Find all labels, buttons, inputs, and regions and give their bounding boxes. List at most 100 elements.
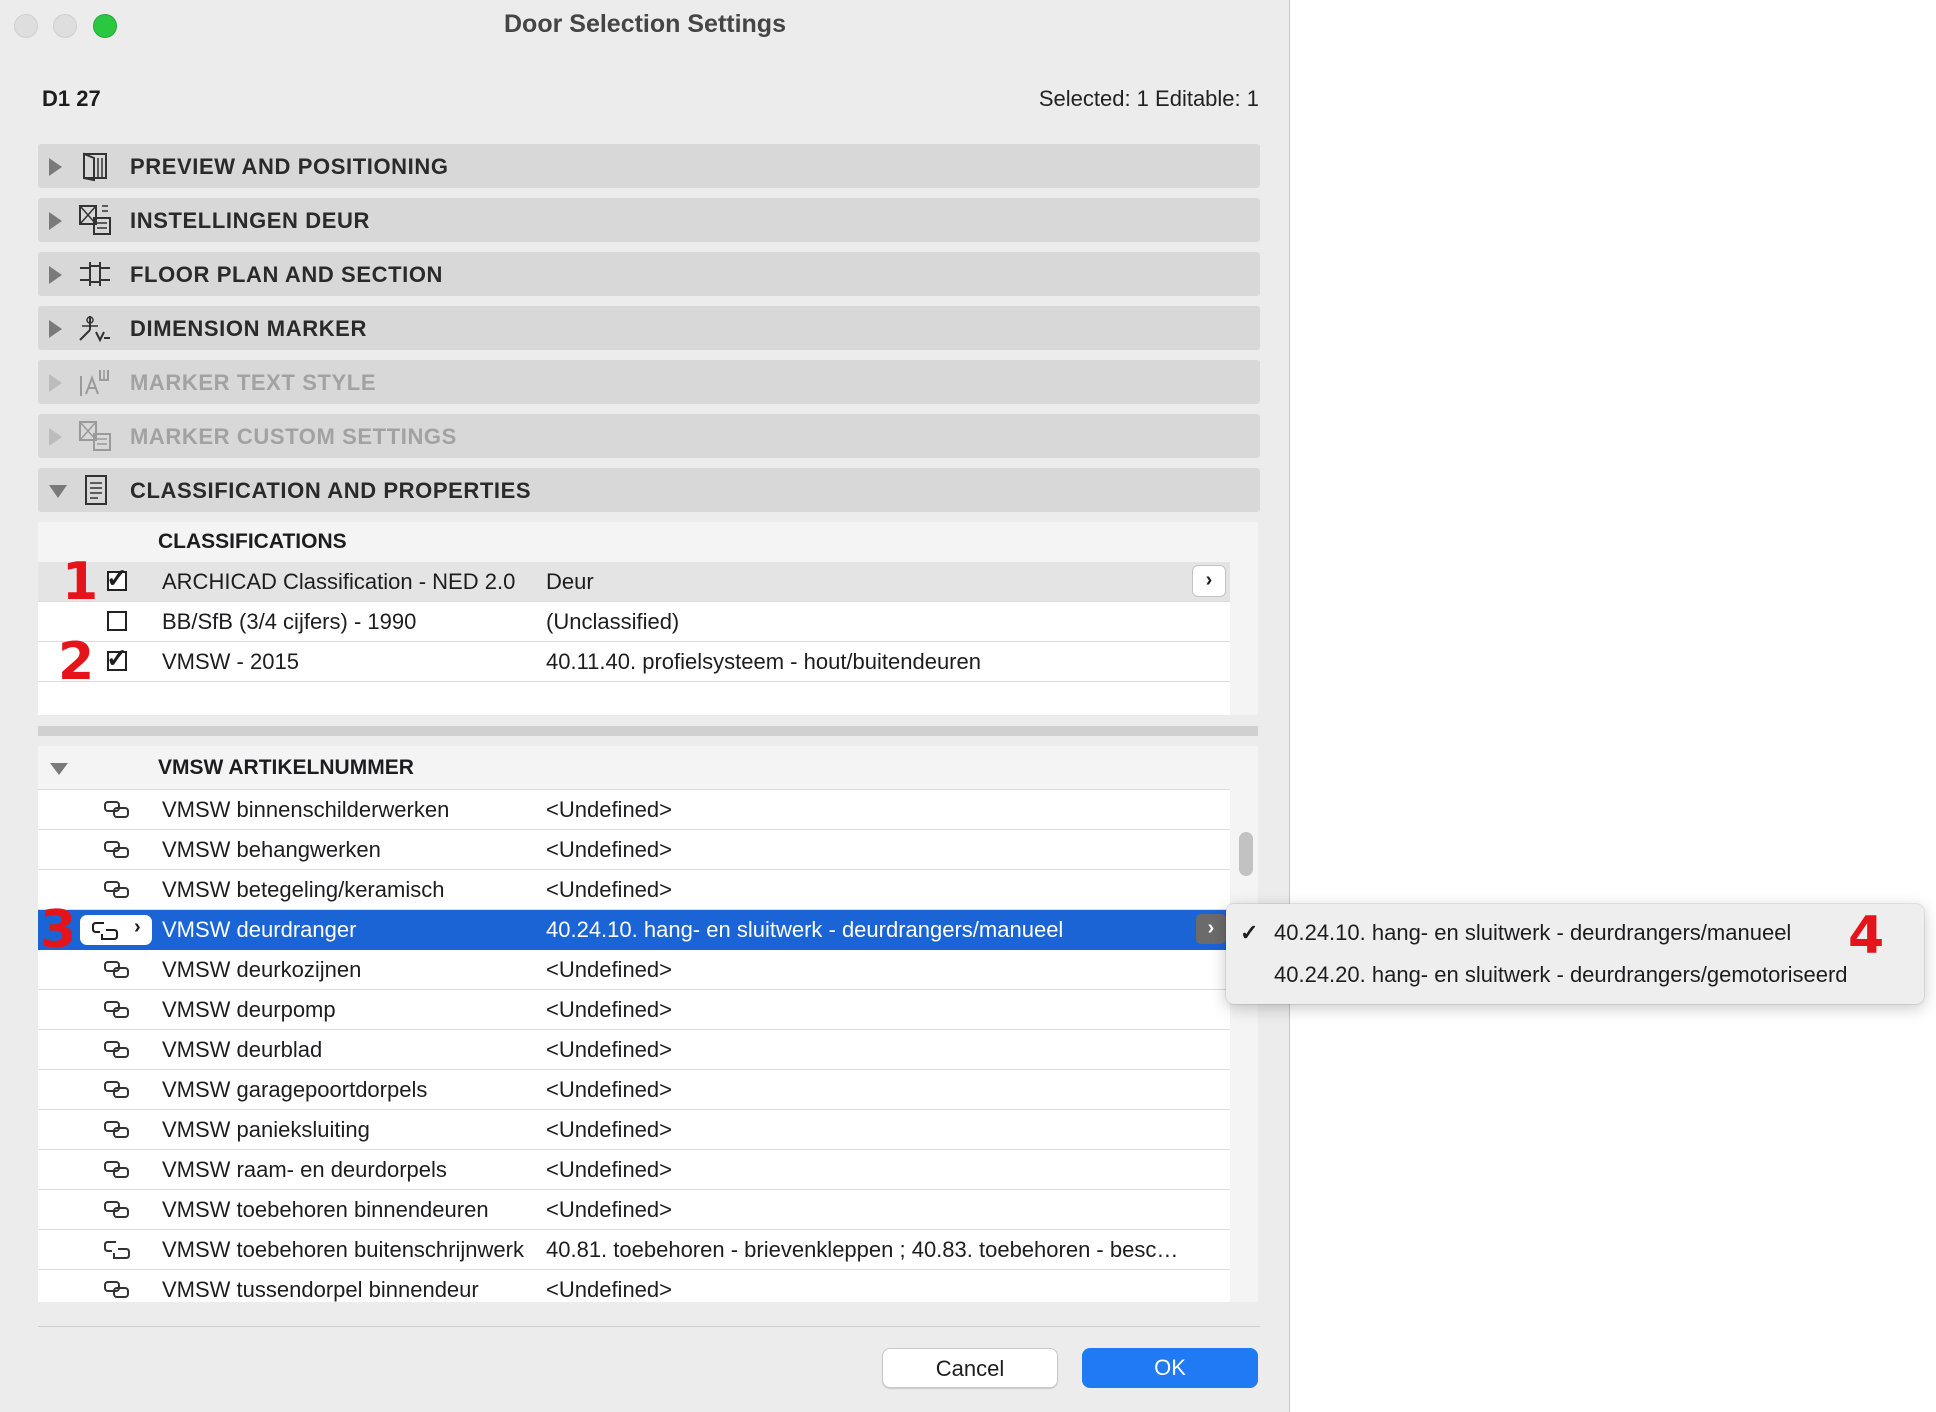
property-name: VMSW raam- en deurdorpels <box>162 1157 447 1182</box>
classification-row[interactable]: ✓ VMSW - 2015 40.11.40. profielsysteem -… <box>38 642 1230 682</box>
classification-name: ARCHICAD Classification - NED 2.0 <box>162 569 516 594</box>
panel-floor-plan-and-section[interactable]: FLOOR PLAN AND SECTION <box>38 252 1260 296</box>
property-row[interactable]: VMSW raam- en deurdorpels <Undefined> <box>38 1150 1230 1190</box>
property-value: <Undefined> <box>546 1197 672 1222</box>
annotation-marker: 2 <box>58 632 95 692</box>
panel-label: MARKER TEXT STYLE <box>130 370 377 395</box>
property-value: <Undefined> <box>546 1157 672 1182</box>
window-title: Door Selection Settings <box>504 10 786 38</box>
disclosure-triangle-icon <box>49 212 62 230</box>
classifications-header-label: CLASSIFICATIONS <box>158 530 347 553</box>
classification-checkbox[interactable]: ✓ <box>106 645 128 671</box>
classification-value: Deur <box>546 569 594 594</box>
classification-name: BB/SfB (3/4 cijfers) - 1990 <box>162 609 417 634</box>
property-name: VMSW tussendorpel binnendeur <box>162 1277 479 1302</box>
panel-marker-text-style: MARKER TEXT STYLE <box>38 360 1260 404</box>
property-row[interactable]: VMSW panieksluiting <Undefined> <box>38 1110 1230 1150</box>
dimension-marker-icon <box>79 316 110 343</box>
linked-property-icon <box>102 1119 132 1141</box>
disclosure-triangle-icon <box>49 428 62 446</box>
property-name: VMSW deurpomp <box>162 997 336 1022</box>
classification-chevron-button[interactable]: › <box>1192 565 1226 597</box>
panel-classification-and-properties[interactable]: CLASSIFICATION AND PROPERTIES <box>38 468 1260 512</box>
linked-property-icon <box>102 1039 132 1061</box>
property-value: <Undefined> <box>546 1117 672 1142</box>
classification-checkbox[interactable]: ✓ <box>106 565 128 591</box>
panel-instellingen-deur[interactable]: INSTELLINGEN DEUR <box>38 198 1260 242</box>
disclosure-triangle-icon <box>49 266 62 284</box>
property-name: VMSW binnenschilderwerken <box>162 797 450 822</box>
property-row[interactable]: VMSW garagepoortdorpels <Undefined> <box>38 1070 1230 1110</box>
property-link-toggle[interactable]: › <box>80 915 152 945</box>
disclosure-triangle-icon[interactable] <box>50 763 68 775</box>
linked-property-icon <box>102 839 132 861</box>
linked-property-icon <box>102 879 132 901</box>
dropdown-option[interactable]: 40.24.10. hang- en sluitwerk - deurdrang… <box>1274 920 1791 946</box>
property-row[interactable]: VMSW deurkozijnen <Undefined> <box>38 950 1230 990</box>
disclosure-triangle-icon <box>49 320 62 338</box>
property-row[interactable]: VMSW toebehoren buitenschrijnwerk 40.81. … <box>38 1230 1230 1270</box>
property-name: VMSW garagepoortdorpels <box>162 1077 428 1102</box>
property-row[interactable]: VMSW betegeling/keramisch <Undefined> <box>38 870 1230 910</box>
linked-property-icon <box>102 1279 132 1301</box>
ok-button[interactable]: OK <box>1082 1348 1258 1388</box>
property-row[interactable]: VMSW deurpomp <Undefined> <box>38 990 1230 1030</box>
linked-property-icon <box>102 1079 132 1101</box>
linked-property-icon <box>102 959 132 981</box>
checkmark-icon: ✓ <box>106 563 128 593</box>
panel-label: PREVIEW AND POSITIONING <box>130 154 449 179</box>
dialog-window: Door Selection Settings D1 27 Selected: … <box>0 0 1290 1412</box>
property-value: <Undefined> <box>546 797 672 822</box>
linked-property-icon <box>102 1159 132 1181</box>
property-value: <Undefined> <box>546 1277 672 1302</box>
property-name: VMSW toebehoren buitenschrijnwerk <box>162 1237 524 1262</box>
property-row[interactable]: VMSW toebehoren binnendeuren <Undefined> <box>38 1190 1230 1230</box>
custom-settings-icon <box>79 421 111 451</box>
property-value: 40.81. toebehoren - brievenkleppen ; 40.… <box>546 1237 1179 1262</box>
classification-value: (Unclassified) <box>546 609 680 634</box>
property-value: <Undefined> <box>546 957 672 982</box>
annotation-marker: 1 <box>62 552 99 612</box>
property-value: <Undefined> <box>546 997 672 1022</box>
scrollbar-thumb[interactable] <box>1239 832 1253 876</box>
linked-property-icon <box>102 1199 132 1221</box>
dropdown-option[interactable]: 40.24.20. hang- en sluitwerk - deurdrang… <box>1274 962 1848 988</box>
cancel-button[interactable]: Cancel <box>882 1348 1058 1388</box>
property-row[interactable]: › VMSW deurdranger 40.24.10. hang- en slui… <box>38 910 1230 950</box>
property-name: VMSW deurkozijnen <box>162 957 362 982</box>
property-name: VMSW behangwerken <box>162 837 381 862</box>
property-value[interactable]: 40.24.10. hang- en sluitwerk - deurdrang… <box>546 917 1063 943</box>
element-id-label: D1 27 <box>42 86 101 111</box>
classification-row[interactable]: BB/SfB (3/4 cijfers) - 1990 (Unclassifie… <box>38 602 1230 642</box>
linked-property-icon <box>102 999 132 1021</box>
selection-status: Selected: 1 Editable: 1 <box>1038 86 1259 111</box>
property-row[interactable]: VMSW binnenschilderwerken <Undefined> <box>38 790 1230 830</box>
property-value: <Undefined> <box>546 877 672 902</box>
property-name: VMSW deurblad <box>162 1037 323 1062</box>
pane-splitter[interactable] <box>38 726 1258 736</box>
classification-row[interactable]: ✓ ARCHICAD Classification - NED 2.0 Deur… <box>38 562 1230 602</box>
panel-dimension-marker[interactable]: DIMENSION MARKER <box>38 306 1260 350</box>
panel-label: MARKER CUSTOM SETTINGS <box>130 424 457 449</box>
text-style-icon <box>80 370 109 396</box>
classification-name: VMSW - 2015 <box>162 649 299 674</box>
classifications-area: CLASSIFICATIONS ✓ ARCHICAD Classificatio… <box>38 522 1258 715</box>
properties-area: VMSW ARTIKELNUMMER VMSW binnenschilderwe… <box>38 746 1258 1302</box>
property-row[interactable]: VMSW behangwerken <Undefined> <box>38 830 1230 870</box>
panel-preview-and-positioning[interactable]: PREVIEW AND POSITIONING <box>38 144 1260 188</box>
property-value: <Undefined> <box>546 1037 672 1062</box>
preview-door-icon <box>83 152 107 182</box>
property-group-header[interactable]: VMSW ARTIKELNUMMER <box>38 746 1230 790</box>
chevron-right-icon: › <box>134 916 141 938</box>
value-dropdown-button[interactable]: › <box>1196 914 1226 944</box>
annotation-marker: 4 <box>1848 906 1885 966</box>
property-row[interactable]: VMSW tussendorpel binnendeur <Undefined> <box>38 1270 1230 1302</box>
custom-settings-icon <box>79 205 111 235</box>
title-bar: Door Selection Settings <box>0 0 1290 52</box>
property-row[interactable]: VMSW deurblad <Undefined> <box>38 1030 1230 1070</box>
property-name: VMSW betegeling/keramisch <box>162 877 445 902</box>
classification-checkbox[interactable] <box>107 611 127 631</box>
unlinked-property-icon <box>102 1239 132 1261</box>
property-value: <Undefined> <box>546 1077 672 1102</box>
checkmark-icon: ✓ <box>1240 920 1259 945</box>
